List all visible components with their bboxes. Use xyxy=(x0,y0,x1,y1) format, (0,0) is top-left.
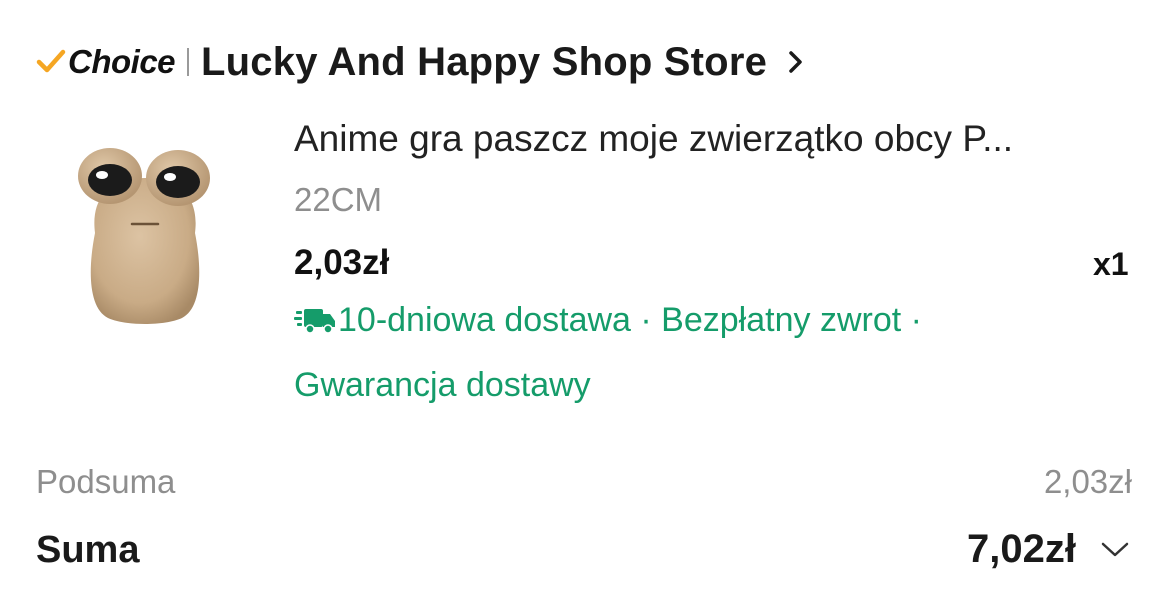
subtotal-value: 2,03zł xyxy=(1043,463,1132,500)
checkmark-icon xyxy=(36,49,66,73)
product-quantity: x1 xyxy=(1093,246,1129,282)
store-name[interactable]: Lucky And Happy Shop Store xyxy=(201,40,767,85)
delivery-guarantee[interactable]: Gwarancja dostawy xyxy=(294,366,591,405)
subtotal-label: Podsuma xyxy=(36,463,176,500)
choice-label: Choice xyxy=(68,43,176,80)
chevron-down-icon[interactable] xyxy=(1100,541,1130,559)
product-variant[interactable]: 22CM xyxy=(294,181,382,219)
chevron-right-icon[interactable] xyxy=(787,49,805,75)
product-title[interactable]: Anime gra paszcz moje zwierzątko obcy P.… xyxy=(294,118,1139,160)
total-toggle[interactable]: 7,02zł xyxy=(967,527,1130,572)
product-price: 2,03zł xyxy=(294,243,390,282)
store-header[interactable]: Choice Lucky And Happy Shop Store xyxy=(36,36,805,88)
delivery-info[interactable]: 10-dniowa dostawa · Bezpłatny zwrot · xyxy=(294,301,922,340)
total-label: Suma xyxy=(36,529,140,571)
delivery-text: 10-dniowa dostawa · Bezpłatny zwrot · xyxy=(338,301,922,339)
product-image[interactable] xyxy=(70,138,220,328)
header-divider xyxy=(187,48,190,76)
choice-badge: Choice xyxy=(36,43,176,81)
truck-icon xyxy=(294,308,335,334)
total-value: 7,02zł xyxy=(967,527,1076,571)
